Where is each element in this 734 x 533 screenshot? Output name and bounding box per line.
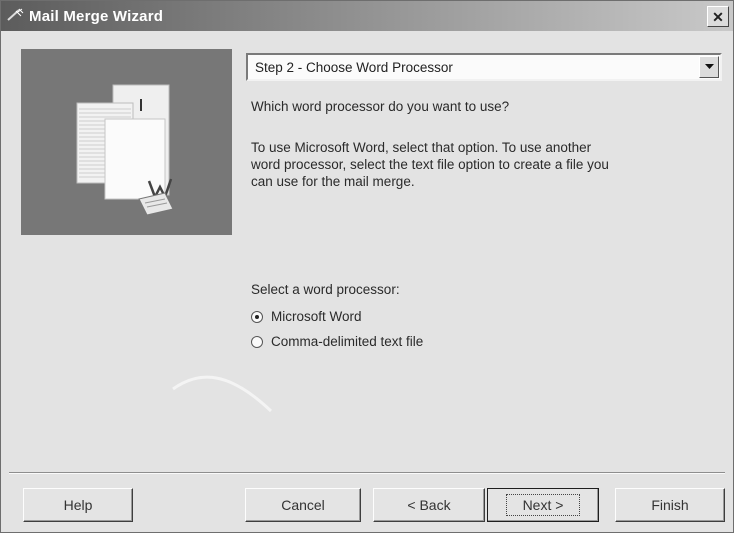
cancel-label: Cancel xyxy=(281,497,325,513)
step-dropdown-value: Step 2 - Choose Word Processor xyxy=(255,60,453,75)
mail-merge-wizard-dialog: Mail Merge Wizard ✕ Step 2 - Choose Word… xyxy=(0,0,734,533)
documents-merge-icon xyxy=(76,84,174,216)
instruction-line-2: word processor, select the text file opt… xyxy=(251,157,609,172)
chevron-down-icon xyxy=(704,64,714,69)
radio-label: Comma-delimited text file xyxy=(271,334,424,349)
back-label: < Back xyxy=(407,497,451,513)
select-processor-label: Select a word processor: xyxy=(251,282,400,297)
finish-label: Finish xyxy=(651,497,689,513)
radio-label: Microsoft Word xyxy=(271,309,362,324)
radio-button-checked[interactable] xyxy=(251,310,263,323)
next-button[interactable]: Next > xyxy=(487,488,599,522)
scan-artifact xyxy=(172,375,273,413)
instruction-line-1: To use Microsoft Word, select that optio… xyxy=(251,140,592,155)
help-button[interactable]: Help xyxy=(23,488,133,522)
cancel-button[interactable]: Cancel xyxy=(245,488,361,522)
radio-microsoft-word[interactable]: Microsoft Word xyxy=(251,309,362,324)
dropdown-arrow-button[interactable] xyxy=(699,56,719,78)
finish-button[interactable]: Finish xyxy=(615,488,725,522)
radio-comma-delimited[interactable]: Comma-delimited text file xyxy=(251,334,423,349)
instruction-line-3: can use for the mail merge. xyxy=(251,174,415,189)
help-label: Help xyxy=(63,497,93,513)
close-button[interactable]: ✕ xyxy=(707,6,729,27)
wizard-illustration xyxy=(21,49,232,235)
wizard-wand-icon xyxy=(7,8,25,27)
window-title: Mail Merge Wizard xyxy=(29,7,164,25)
button-separator xyxy=(9,472,725,474)
radio-button[interactable] xyxy=(251,335,263,348)
question-text: Which word processor do you want to use? xyxy=(251,99,510,114)
back-button[interactable]: < Back xyxy=(373,488,485,522)
next-label: Next > xyxy=(505,494,581,516)
close-icon: ✕ xyxy=(712,8,724,25)
title-bar: Mail Merge Wizard ✕ xyxy=(1,1,733,31)
step-dropdown[interactable]: Step 2 - Choose Word Processor xyxy=(246,53,722,81)
